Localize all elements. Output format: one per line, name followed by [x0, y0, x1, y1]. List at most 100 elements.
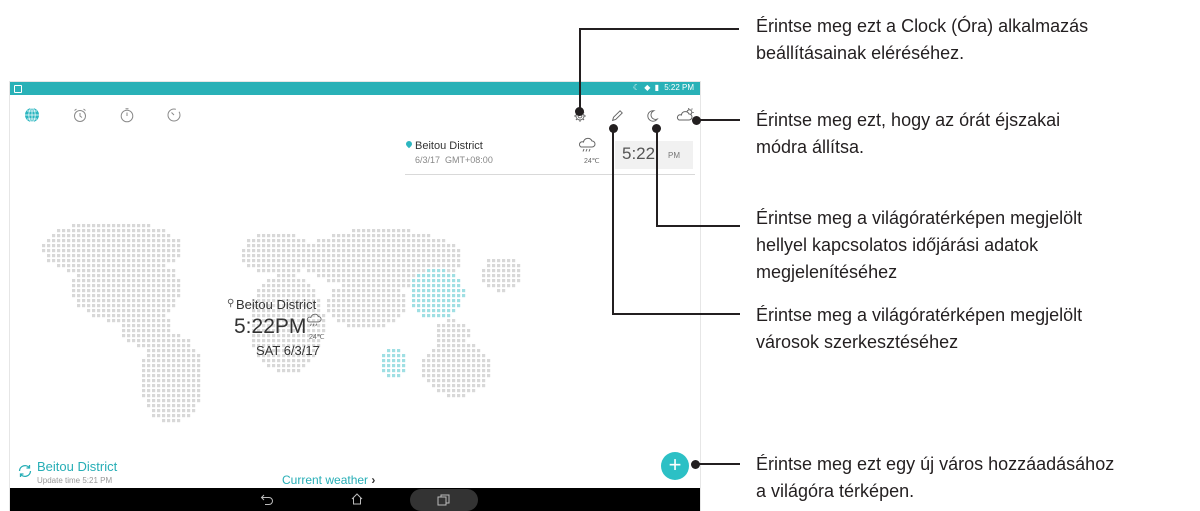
map-dot	[507, 274, 511, 278]
map-dot	[192, 399, 196, 403]
map-dot	[367, 294, 371, 298]
map-dot	[132, 259, 136, 263]
map-dot	[112, 289, 116, 293]
map-dot	[427, 369, 431, 373]
map-dot	[147, 299, 151, 303]
map-dot	[102, 224, 106, 228]
map-dot	[482, 379, 486, 383]
map-dot	[302, 339, 306, 343]
map-dot	[152, 284, 156, 288]
map-dot	[442, 289, 446, 293]
map-dot	[477, 364, 481, 368]
map-dot	[267, 269, 271, 273]
edit-pencil-icon[interactable]	[610, 109, 624, 123]
map-dot	[377, 284, 381, 288]
location-name[interactable]: Beitou District	[415, 140, 483, 152]
map-dot	[357, 229, 361, 233]
map-dot	[117, 309, 121, 313]
map-dot	[447, 349, 451, 353]
map-dot	[167, 294, 171, 298]
map-dot	[62, 239, 66, 243]
map-dot	[277, 279, 281, 283]
map-dot	[187, 409, 191, 413]
timer-tab-icon[interactable]	[166, 107, 182, 123]
map-dot	[272, 249, 276, 253]
map-dot	[127, 254, 131, 258]
map-dot	[137, 244, 141, 248]
map-dot	[282, 369, 286, 373]
map-dot	[342, 319, 346, 323]
map-dot	[382, 309, 386, 313]
map-dot	[452, 279, 456, 283]
map-dot	[477, 349, 481, 353]
map-dot	[357, 264, 361, 268]
map-dot	[432, 284, 436, 288]
map-dot	[297, 249, 301, 253]
map-dot	[442, 254, 446, 258]
map-dot	[42, 244, 46, 248]
map-dot	[332, 244, 336, 248]
map-dot	[97, 274, 101, 278]
map-dot	[192, 389, 196, 393]
map-dot	[137, 279, 141, 283]
map-dot	[142, 389, 146, 393]
map-dot	[427, 294, 431, 298]
map-dot	[72, 229, 76, 233]
rain-cloud-icon[interactable]	[578, 137, 596, 155]
add-city-button[interactable]: +	[661, 452, 689, 480]
refresh-icon[interactable]	[17, 463, 33, 479]
map-dot	[387, 264, 391, 268]
map-dot	[412, 289, 416, 293]
current-weather-link[interactable]: Current weather ›	[282, 473, 375, 487]
map-dot	[172, 369, 176, 373]
callout-line-settings	[579, 28, 581, 108]
map-dot	[162, 269, 166, 273]
night-mode-moon-icon[interactable]	[645, 109, 659, 123]
map-dot	[77, 279, 81, 283]
map-dot	[382, 229, 386, 233]
map-dot	[417, 244, 421, 248]
map-dot	[432, 254, 436, 258]
map-dot	[162, 234, 166, 238]
recent-apps-button[interactable]	[410, 489, 478, 511]
map-dot	[382, 314, 386, 318]
map-dot	[397, 259, 401, 263]
back-icon[interactable]	[260, 493, 274, 506]
map-dot	[397, 309, 401, 313]
alarm-tab-icon[interactable]	[72, 107, 88, 123]
map-dot	[442, 374, 446, 378]
map-dot	[417, 309, 421, 313]
map-dot	[177, 349, 181, 353]
map-dot	[172, 394, 176, 398]
map-dot	[67, 254, 71, 258]
map-dot	[382, 264, 386, 268]
map-dot	[357, 259, 361, 263]
map-dot	[312, 254, 316, 258]
map-dot	[107, 239, 111, 243]
map-dot	[147, 369, 151, 373]
map-dot	[337, 234, 341, 238]
stopwatch-tab-icon[interactable]	[119, 107, 135, 123]
map-dot	[452, 264, 456, 268]
map-dot	[352, 324, 356, 328]
map-dot	[92, 224, 96, 228]
map-dot	[287, 244, 291, 248]
map-dot	[332, 249, 336, 253]
map-dot	[102, 304, 106, 308]
world-clock-tab-icon[interactable]	[24, 107, 40, 123]
map-dot	[142, 274, 146, 278]
map-dot	[392, 289, 396, 293]
map-dot	[82, 224, 86, 228]
map-dot	[132, 329, 136, 333]
map-dot	[167, 274, 171, 278]
map-dot	[122, 254, 126, 258]
map-dot	[342, 309, 346, 313]
map-dot	[437, 334, 441, 338]
home-icon[interactable]	[350, 492, 364, 506]
map-dot	[437, 289, 441, 293]
map-dot	[117, 299, 121, 303]
bottom-city-name[interactable]: Beitou District	[37, 459, 117, 474]
map-dot	[112, 229, 116, 233]
map-dot	[442, 239, 446, 243]
map-dot	[337, 314, 341, 318]
